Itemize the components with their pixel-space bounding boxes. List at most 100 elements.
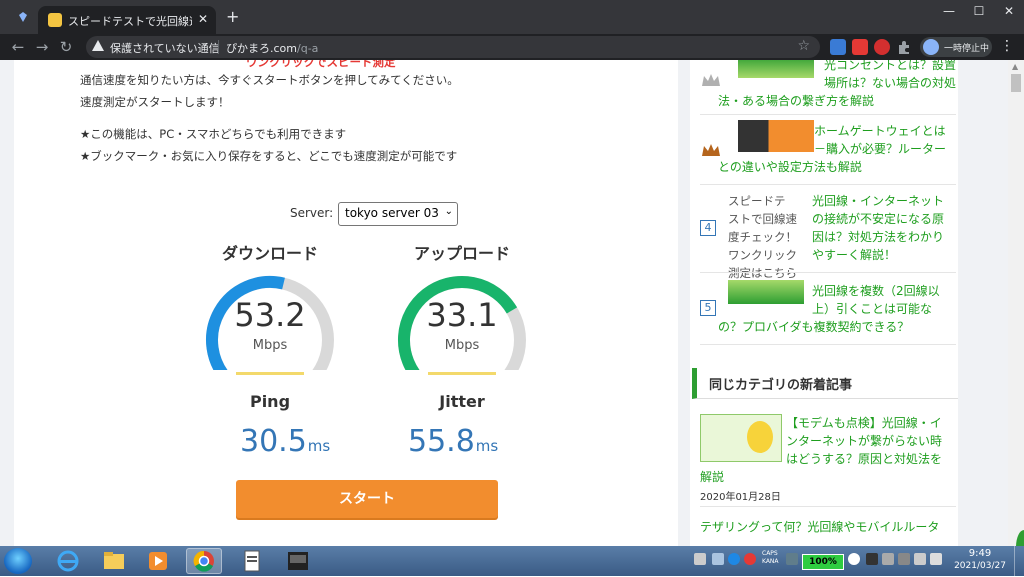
clock-date[interactable]: 2021/03/27 (950, 561, 1010, 571)
block-extension-icon[interactable] (874, 39, 890, 55)
reload-button[interactable]: ↻ (56, 37, 76, 57)
article-thumbnail[interactable] (738, 60, 814, 78)
media-player-app-icon[interactable] (140, 548, 176, 574)
article-link[interactable]: 光回線を複数（2回線以 (812, 282, 940, 300)
ranking-item-4[interactable]: 4 スピードテ ストで回線速 度チェック！ ワンクリック 測定はこちら 光回線・… (700, 190, 956, 280)
article-link[interactable]: 光回線・インターネット (812, 192, 944, 210)
server-select[interactable]: tokyo server 03 ⌄ (338, 202, 458, 226)
text-editor-app-icon[interactable] (234, 548, 270, 574)
article-link[interactable]: ホームゲートウェイとは (814, 122, 946, 140)
jitter-label: Jitter (439, 392, 485, 411)
ranking-item-3[interactable]: ホームゲートウェイとは －購入が必要？ルーター との違いや設定方法も解説 (700, 118, 956, 182)
new-article-link-cont[interactable]: はどうする？原因と対処法を (786, 450, 942, 468)
article-thumbnail[interactable] (700, 414, 782, 462)
article-link-cont[interactable]: やすーく解説！ (812, 246, 896, 264)
minimize-button[interactable]: — (934, 0, 964, 24)
forward-button[interactable]: → (32, 37, 52, 57)
ranking-item-5[interactable]: 5 光回線を複数（2回線以 上）引くことは可能な の？プロバイダも複数契約できる… (700, 280, 956, 344)
server-label: Server: (290, 206, 334, 220)
profile-status: 一時停止中 (944, 44, 990, 54)
main-content: ワンクリックでスピード測定 通信速度を知りたい方は、今すぐスタートボタンを押して… (14, 60, 678, 546)
taskbar: CAPS KANA 100% 9:49 2021/03/27 (0, 546, 1024, 576)
divider (700, 506, 956, 507)
article-link-cont[interactable]: 法・ある場合の繋ぎ方を解説 (718, 92, 874, 110)
chrome-app-icon[interactable] (186, 548, 222, 574)
new-article-link-cont[interactable]: ンターネットが繋がらない時 (786, 432, 942, 450)
explorer-app-icon[interactable] (96, 548, 132, 574)
address-bar[interactable]: 保護されていない通信 ぴかまろ.com/q-a ☆ (86, 36, 820, 58)
tray-ime-icon[interactable] (786, 553, 798, 565)
divider (700, 184, 956, 185)
scroll-up-icon[interactable]: ▲ (1012, 62, 1018, 71)
start-orb-icon[interactable] (4, 548, 32, 574)
not-secure-warning-icon[interactable] (92, 40, 104, 51)
broken-image-alt[interactable]: スピードテ ストで回線速 度チェック！ ワンクリック 測定はこちら (728, 192, 808, 282)
new-article-link[interactable]: 【モデムも点検】光回線・イ (786, 414, 942, 432)
bookmark-star-icon[interactable]: ☆ (797, 38, 810, 54)
browser-toolbar: ← → ↻ 保護されていない通信 ぴかまろ.com/q-a ☆ 一時停止中 (0, 34, 1024, 60)
show-desktop-button[interactable] (1014, 546, 1024, 576)
clock-time[interactable]: 9:49 (960, 548, 1000, 559)
article-link-cont[interactable]: －購入が必要？ルーター (814, 140, 946, 158)
intro-highlight: ワンクリックでスピード測定 (246, 60, 396, 69)
maximize-button[interactable]: ☐ (964, 0, 994, 24)
intro-line: 通信速度を知りたい方は、今すぐスタートボタンを押してみてください。 (80, 73, 459, 87)
tray-app-icon[interactable] (866, 553, 878, 565)
article-thumbnail[interactable] (738, 120, 814, 152)
server-selected-value: tokyo server 03 (345, 206, 439, 220)
close-window-button[interactable]: ✕ (994, 0, 1024, 24)
intro-line: 速度測定がスタートします！ (80, 95, 230, 109)
article-link-cont[interactable]: との違いや設定方法も解説 (718, 158, 862, 176)
new-article-link[interactable]: テザリングって何？光回線やモバイルルータ (700, 518, 939, 536)
tab-search-icon[interactable] (16, 10, 30, 24)
article-link[interactable]: 光コンセントとは？設置 (824, 60, 956, 74)
article-link-cont[interactable]: の？プロバイダも複数契約できる？ (718, 318, 909, 336)
extension-icon[interactable] (830, 39, 846, 55)
ping-unit: ms (307, 437, 331, 455)
security-status[interactable]: 保護されていない通信 (110, 40, 220, 56)
tray-tools-icon[interactable] (712, 553, 724, 565)
tray-power-icon[interactable] (848, 553, 860, 565)
start-button[interactable]: スタート (236, 480, 498, 518)
feature-note: ★この機能は、PC・スマホどちらでも利用できます (80, 127, 347, 141)
rank-number: 4 (700, 220, 716, 236)
rank-number: 5 (700, 300, 716, 316)
feature-note: ★ブックマーク・お気に入り保存をすると、どこでも速度測定が可能です (80, 149, 458, 163)
upload-divider (428, 372, 496, 375)
profile-button[interactable]: 一時停止中 (920, 37, 992, 57)
tray-display-icon[interactable] (930, 553, 942, 565)
article-link-cont[interactable]: 場所は？ない場合の対処 (824, 74, 956, 92)
back-button[interactable]: ← (8, 37, 28, 57)
ping-metric: 30.5ms (240, 424, 330, 459)
chrome-menu-icon[interactable]: ⋮ (1000, 38, 1014, 54)
volume-icon[interactable] (914, 553, 926, 565)
article-thumbnail[interactable] (728, 280, 804, 304)
page-scrollbar[interactable]: ▲ (1008, 60, 1024, 546)
url-text[interactable]: ぴかまろ.com/q-a (226, 40, 318, 56)
upload-title: アップロード (413, 244, 510, 263)
tray-phone-icon[interactable] (898, 553, 910, 565)
omnibox-divider (218, 40, 219, 54)
scrollbar-thumb[interactable] (1011, 74, 1021, 92)
upload-value: 33.1 (426, 296, 498, 334)
tab-close-icon[interactable]: ✕ (198, 12, 208, 26)
article-link-cont[interactable]: 上）引くことは可能な (812, 300, 932, 318)
tab-speedtest[interactable]: スピードテストで光回線速度測定 ✕ (38, 6, 216, 34)
video-extension-icon[interactable] (852, 39, 868, 55)
download-divider (236, 372, 304, 375)
mascot-icon (747, 421, 773, 453)
new-article-link-cont[interactable]: 解説 (700, 468, 724, 486)
ranking-item-2[interactable]: 光コンセントとは？設置 場所は？ない場合の対処 法・ある場合の繋ぎ方を解説 (700, 60, 956, 112)
jitter-metric: 55.8ms (408, 424, 498, 459)
battery-indicator[interactable]: 100% (802, 554, 844, 570)
article-link-cont[interactable]: 因は？対処方法をわかり (812, 228, 944, 246)
tray-security-icon[interactable] (744, 553, 756, 565)
article-link-cont[interactable]: の接続が不安定になる原 (812, 210, 944, 228)
new-tab-button[interactable]: + (226, 9, 239, 25)
extensions-puzzle-icon[interactable] (896, 39, 912, 55)
tray-arrow-icon[interactable] (694, 553, 706, 565)
tray-network-icon[interactable] (728, 553, 740, 565)
mpc-app-icon[interactable] (280, 548, 316, 574)
tray-device-icon[interactable] (882, 553, 894, 565)
ie-app-icon[interactable] (50, 548, 86, 574)
